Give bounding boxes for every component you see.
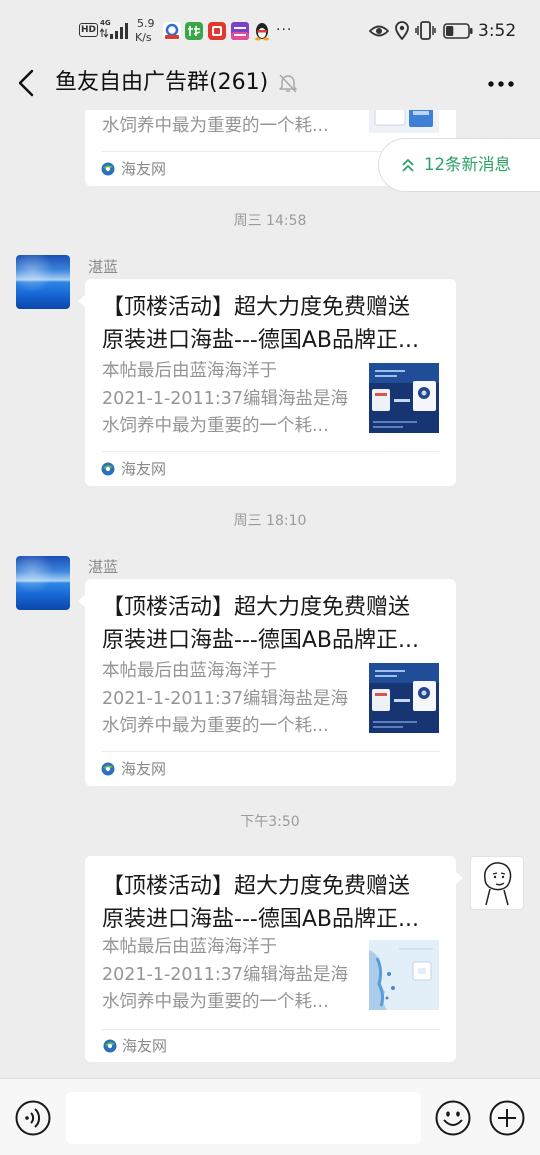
link-card[interactable]: 【顶楼活动】超大力度免费赠送 原装进口海盐---德国AB品牌正... 本帖最后由… xyxy=(78,279,456,486)
new-messages-label: 12条新消息 xyxy=(424,155,511,174)
card-source: 海友网 xyxy=(121,460,167,478)
network-speed-unit: K/s xyxy=(135,31,152,44)
link-thumbnail xyxy=(369,663,439,733)
message-timestamp: 周三 18:10 xyxy=(233,513,307,529)
card-description-line: 2021-1-2011:37编辑海盐是海 xyxy=(102,388,348,409)
vibrate-icon xyxy=(415,21,436,40)
voice-icon[interactable] xyxy=(15,1100,51,1136)
card-description: 本帖最后由蓝海海洋于 2021-1-2011:37编辑海盐是海 水饲养中最为重要… xyxy=(102,358,362,441)
link-card[interactable]: 【顶楼活动】超大力度免费赠送 原装进口海盐---德国AB品牌正... 本帖最后由… xyxy=(78,579,456,786)
top-bar: HD 4G 5.9 K/s ··· 3:52 鱼友自由广告群(261) xyxy=(0,0,540,110)
card-title-line: 原装进口海盐---德国AB品牌正... xyxy=(102,328,419,353)
card-description-line: 水饲养中最为重要的一个耗... xyxy=(102,992,329,1012)
hd-badge: HD xyxy=(79,23,99,37)
card-description-line: 本帖最后由蓝海海洋于 xyxy=(102,361,277,381)
app-notification-icon xyxy=(208,22,226,40)
data-arrows-icon xyxy=(100,28,109,38)
card-description-line: 本帖最后由蓝海海洋于 xyxy=(102,937,277,957)
card-title: 【顶楼活动】超大力度免费赠送 原装进口海盐---德国AB品牌正... xyxy=(102,870,447,936)
plus-icon[interactable] xyxy=(489,1100,525,1136)
card-description: 本帖最后由蓝海海洋于 2021-1-2011:37编辑海盐是海 水饲养中最为重要… xyxy=(102,934,362,1017)
eye-comfort-icon xyxy=(369,25,389,37)
card-title-line: 【顶楼活动】超大力度免费赠送 xyxy=(102,874,411,899)
card-divider xyxy=(102,751,440,752)
card-description-line: 水饲养中最为重要的一个耗... xyxy=(102,116,329,136)
card-description-line: 2021-1-2011:37编辑海盐是海 xyxy=(102,688,348,709)
mute-bell-icon xyxy=(279,74,297,93)
card-description-line: 2021-1-2011:37编辑海盐是海 xyxy=(102,964,348,985)
source-logo-icon xyxy=(103,1039,117,1053)
message-timestamp: 下午3:50 xyxy=(240,814,300,830)
emoji-icon[interactable] xyxy=(435,1100,471,1136)
battery-icon xyxy=(443,23,473,39)
location-icon xyxy=(395,21,409,40)
link-card[interactable]: 【顶楼活动】超大力度免费赠送 原装进口海盐---德国AB品牌正... 本帖最后由… xyxy=(85,856,463,1062)
chat-title: 鱼友自由广告群(261) xyxy=(55,70,269,95)
card-title: 【顶楼活动】超大力度免费赠送 原装进口海盐---德国AB品牌正... xyxy=(102,591,447,657)
sender-name: 湛蓝 xyxy=(88,258,119,276)
status-overflow: ··· xyxy=(276,22,293,38)
double-chevron-up-icon xyxy=(402,158,414,172)
new-messages-button[interactable]: 12条新消息 xyxy=(378,138,540,192)
app-notification-icon xyxy=(163,22,181,40)
card-divider xyxy=(102,1029,440,1030)
card-title-line: 原装进口海盐---德国AB品牌正... xyxy=(102,907,419,932)
more-icon[interactable] xyxy=(486,76,516,92)
card-description-line: 本帖最后由蓝海海洋于 xyxy=(102,661,277,681)
source-logo-icon xyxy=(101,162,115,176)
card-description: 本帖最后由蓝海海洋于 2021-1-2011:37编辑海盐是海 水饲养中最为重要… xyxy=(102,658,362,741)
message-timestamp: 周三 14:58 xyxy=(233,213,307,229)
my-avatar[interactable] xyxy=(470,856,524,910)
back-arrow-icon[interactable] xyxy=(14,68,38,98)
cartoon-face-icon xyxy=(484,862,512,906)
card-source: 海友网 xyxy=(121,160,167,178)
battery-fill xyxy=(446,26,454,36)
status-time: 3:52 xyxy=(478,21,517,41)
card-title: 【顶楼活动】超大力度免费赠送 原装进口海盐---德国AB品牌正... xyxy=(102,291,447,357)
link-thumbnail xyxy=(369,363,439,433)
avatar[interactable] xyxy=(16,556,70,610)
chat-screen: HD 4G 5.9 K/s ··· 3:52 鱼友自由广告群(261) 12条新… xyxy=(0,0,540,1155)
message-input[interactable] xyxy=(66,1092,421,1144)
source-logo-icon xyxy=(101,462,115,476)
qq-icon xyxy=(255,23,269,41)
network-speed-value: 5.9 xyxy=(137,17,155,30)
app-notification-icon xyxy=(231,22,249,40)
signal-icon xyxy=(110,23,128,39)
card-description-line: 水饲养中最为重要的一个耗... xyxy=(102,416,329,436)
card-source: 海友网 xyxy=(121,760,167,778)
card-description-line: 水饲养中最为重要的一个耗... xyxy=(102,716,329,736)
avatar[interactable] xyxy=(16,255,70,309)
source-logo-icon xyxy=(101,762,115,776)
card-source: 海友网 xyxy=(122,1037,168,1055)
card-title-line: 原装进口海盐---德国AB品牌正... xyxy=(102,628,419,653)
card-title-line: 【顶楼活动】超大力度免费赠送 xyxy=(102,295,411,320)
link-thumbnail xyxy=(369,940,439,1010)
sender-name: 湛蓝 xyxy=(88,558,119,576)
card-title-line: 【顶楼活动】超大力度免费赠送 xyxy=(102,595,411,620)
app-notification-icon xyxy=(185,22,203,40)
input-bar xyxy=(0,1078,540,1155)
card-divider xyxy=(102,451,440,452)
